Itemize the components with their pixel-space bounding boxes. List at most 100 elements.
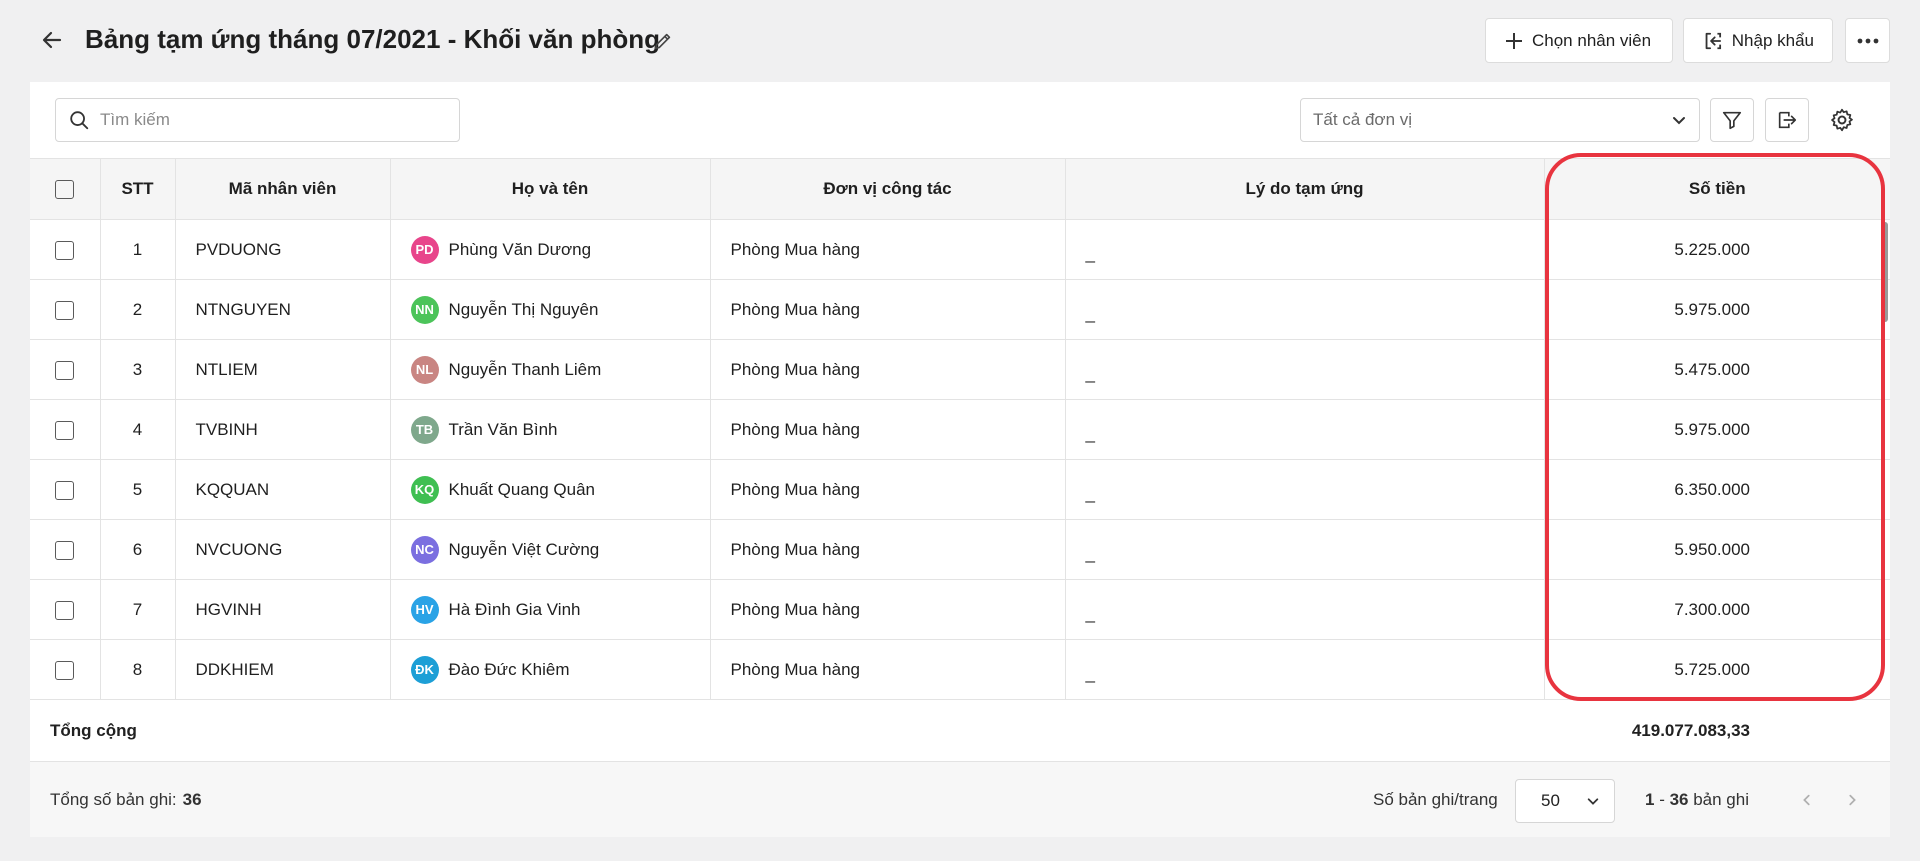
more-options-button[interactable] [1845, 18, 1890, 63]
pagination-footer: Tổng số bản ghi: 36 Số bản ghi/trang 50 1… [30, 762, 1890, 837]
next-page-button[interactable] [1840, 788, 1864, 812]
row-checkbox[interactable] [55, 540, 75, 560]
reason-cell: _ [1065, 219, 1545, 280]
table-row[interactable]: 8 DDKHIEM ĐK Đào Đức Khiêm Phòng Mua hàng _ 5.… [30, 639, 1890, 700]
plus-icon [1506, 32, 1522, 49]
row-checkbox[interactable] [55, 240, 75, 260]
prev-page-button[interactable] [1795, 788, 1819, 812]
stt-cell: 7 [100, 579, 176, 640]
gear-icon [1831, 108, 1853, 132]
employee-code-cell: PVDUONG [175, 219, 391, 280]
row-checkbox[interactable] [55, 600, 75, 620]
stt-cell: 2 [100, 279, 176, 340]
reason-cell: _ [1065, 459, 1545, 520]
reason-text: _ [1085, 243, 1095, 263]
column-header-stt[interactable]: STT [100, 158, 176, 220]
employee-name: Nguyễn Việt Cường [448, 539, 600, 559]
amount-cell: 5.225.000 [1544, 219, 1890, 280]
filter-button[interactable] [1710, 98, 1754, 142]
unit-cell: Phòng Mua hàng [710, 279, 1066, 340]
column-header-code[interactable]: Mã nhân viên [175, 158, 391, 220]
unit-cell: Phòng Mua hàng [710, 459, 1066, 520]
row-select-cell [30, 519, 101, 580]
employee-code-cell: NTLIEM [175, 339, 391, 400]
table-row[interactable]: 4 TVBINH TB Trần Văn Bình Phòng Mua hàng _ 5.9… [30, 399, 1890, 460]
table-row[interactable]: 3 NTLIEM NL Nguyễn Thanh Liêm Phòng Mua hàng… [30, 339, 1890, 400]
filter-icon [1722, 111, 1742, 130]
amount-cell: 5.975.000 [1544, 399, 1890, 460]
table-row[interactable]: 5 KQQUAN KQ Khuất Quang Quân Phòng Mua hàng _… [30, 459, 1890, 520]
search-icon [70, 111, 89, 130]
advance-table: STT Mã nhân viên Họ và tên Đơn vị công t… [30, 158, 1890, 700]
select-all-cell [30, 158, 101, 220]
row-select-cell [30, 579, 101, 640]
reason-text: _ [1085, 303, 1095, 323]
table-row[interactable]: 6 NVCUONG NC Nguyễn Việt Cường Phòng Mua hàn… [30, 519, 1890, 580]
choose-employee-label: Chọn nhân viên [1532, 30, 1652, 50]
employee-name-cell: HV Hà Đình Gia Vinh [390, 579, 711, 640]
records-label: Tổng số bản ghi: [50, 790, 177, 809]
employee-code-cell: DDKHIEM [175, 639, 391, 700]
grid-toolbar: Tất cả đơn vị [30, 82, 1890, 158]
per-page-select[interactable]: 50 [1515, 779, 1615, 823]
row-checkbox[interactable] [55, 300, 75, 320]
total-amount: 419.077.083,33 [1631, 721, 1750, 740]
column-header-reason[interactable]: Lý do tạm ứng [1065, 158, 1545, 220]
choose-employee-button[interactable]: Chọn nhân viên [1485, 18, 1673, 63]
back-arrow-icon[interactable] [38, 26, 66, 54]
amount-cell: 5.725.000 [1544, 639, 1890, 700]
table-row[interactable]: 7 HGVINH HV Hà Đình Gia Vinh Phòng Mua hàng _… [30, 579, 1890, 640]
reason-text: _ [1085, 423, 1095, 443]
per-page-label: Số bản ghi/trang [1373, 790, 1498, 809]
stt-cell: 4 [100, 399, 176, 460]
avatar: NL [410, 355, 439, 384]
main-panel: Tất cả đơn vị STT Mã nhân viên Họ và tên… [30, 82, 1890, 837]
table-row[interactable]: 1 PVDUONG PD Phùng Văn Dương Phòng Mua hàng _… [30, 219, 1890, 280]
column-header-amount[interactable]: Số tiền [1544, 158, 1890, 220]
search-box[interactable] [55, 98, 460, 142]
chevron-down-icon [1587, 798, 1599, 805]
import-label: Nhập khẩu [1731, 30, 1814, 50]
reason-cell: _ [1065, 339, 1545, 400]
export-button[interactable] [1765, 98, 1809, 142]
unit-filter-select[interactable]: Tất cả đơn vị [1300, 98, 1700, 142]
table-row[interactable]: 2 NTNGUYEN NN Nguyễn Thị Nguyên Phòng Mua hà… [30, 279, 1890, 340]
row-select-cell [30, 639, 101, 700]
chevron-right-icon [1849, 794, 1856, 806]
amount-cell: 7.300.000 [1544, 579, 1890, 640]
settings-button[interactable] [1820, 98, 1864, 142]
page-title: Bảng tạm ứng tháng 07/2021 - Khối văn ph… [85, 24, 660, 54]
unit-cell: Phòng Mua hàng [710, 219, 1066, 280]
records-count: 36 [182, 790, 202, 809]
row-select-cell [30, 279, 101, 340]
more-dots-icon [1857, 38, 1878, 43]
row-select-cell [30, 399, 101, 460]
edit-pencil-icon[interactable] [650, 28, 676, 54]
employee-code-cell: NTNGUYEN [175, 279, 391, 340]
row-select-cell [30, 219, 101, 280]
column-header-unit[interactable]: Đơn vị công tác [710, 158, 1066, 220]
row-checkbox[interactable] [55, 420, 75, 440]
per-page-value: 50 [1541, 791, 1560, 810]
row-select-cell [30, 459, 101, 520]
stt-cell: 5 [100, 459, 176, 520]
unit-cell: Phòng Mua hàng [710, 339, 1066, 400]
reason-text: _ [1085, 483, 1095, 503]
column-header-name[interactable]: Họ và tên [390, 158, 711, 220]
row-checkbox[interactable] [55, 660, 75, 680]
amount-cell: 5.950.000 [1544, 519, 1890, 580]
select-all-checkbox[interactable] [55, 180, 75, 199]
employee-name-cell: PD Phùng Văn Dương [390, 219, 711, 280]
records-summary: Tổng số bản ghi: 36 [50, 790, 202, 810]
unit-cell: Phòng Mua hàng [710, 639, 1066, 700]
avatar: TB [410, 415, 439, 444]
unit-cell: Phòng Mua hàng [710, 399, 1066, 460]
row-checkbox[interactable] [55, 480, 75, 500]
reason-text: _ [1085, 603, 1095, 623]
import-button[interactable]: Nhập khẩu [1683, 18, 1833, 63]
vertical-scrollbar[interactable] [1882, 222, 1888, 322]
row-checkbox[interactable] [55, 360, 75, 380]
employee-name-cell: NC Nguyễn Việt Cường [390, 519, 711, 580]
table-header-row: STT Mã nhân viên Họ và tên Đơn vị công t… [30, 158, 1890, 220]
search-input[interactable] [100, 110, 440, 130]
